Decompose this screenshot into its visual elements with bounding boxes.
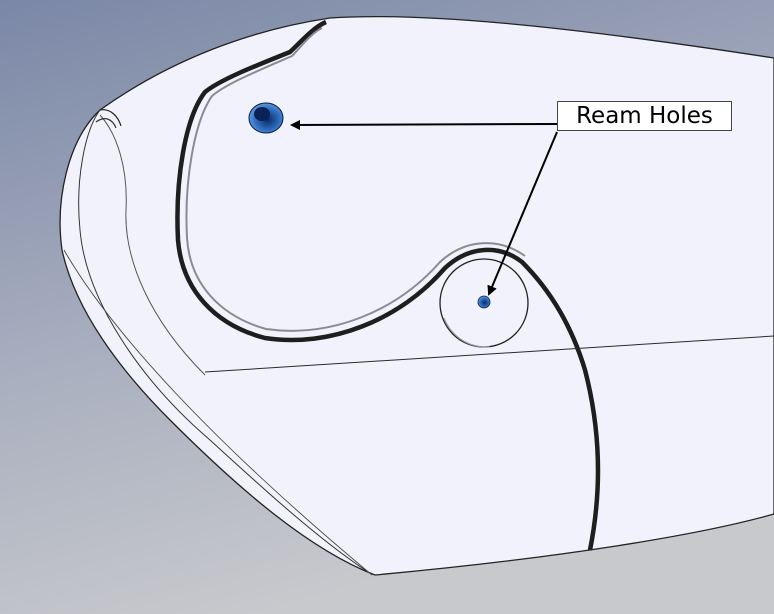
callout-label: Ream Holes	[576, 102, 713, 129]
cad-model-canvas[interactable]	[0, 0, 774, 614]
ream-holes-callout: Ream Holes	[557, 101, 732, 131]
cad-viewport[interactable]: Ream Holes	[0, 0, 774, 614]
ream-hole-upper[interactable]	[248, 102, 284, 134]
ream-hole-lower[interactable]	[477, 295, 491, 309]
leader-arrow-upper	[290, 119, 558, 130]
